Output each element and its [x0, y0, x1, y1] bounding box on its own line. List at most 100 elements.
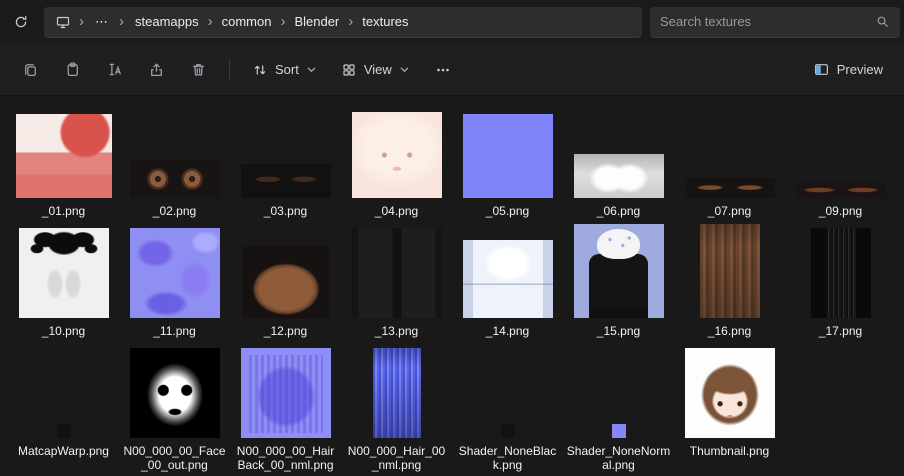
this-pc-crumb[interactable] — [50, 14, 76, 30]
chevron-right-icon: › — [119, 13, 124, 30]
view-icon — [341, 62, 357, 78]
file-name: _02.png — [152, 204, 197, 218]
thumbnail-image — [462, 240, 553, 318]
file-name: _14.png — [485, 324, 530, 338]
file-item[interactable]: _06.png — [563, 102, 674, 222]
file-thumbnail — [232, 344, 339, 438]
chevron-down-icon — [399, 64, 410, 75]
chevron-right-icon: › — [280, 13, 286, 30]
file-name: _16.png — [707, 324, 752, 338]
file-thumbnail — [343, 224, 450, 318]
file-item[interactable]: _11.png — [119, 222, 230, 342]
breadcrumb-item-steamapps[interactable]: steamapps — [127, 8, 207, 35]
thumbnail-image — [500, 424, 515, 438]
delete-icon — [190, 61, 207, 78]
view-button[interactable]: View — [330, 52, 421, 88]
file-thumbnail — [676, 344, 783, 438]
file-thumbnail — [565, 344, 672, 438]
file-grid: _01.png _02.png _03.png _04.png _05.png _06.p… — [8, 102, 896, 476]
file-thumbnail — [10, 224, 117, 318]
file-explorer-window: › ⋯ › steamapps › common › Blender › textures — [0, 0, 904, 476]
paste-icon — [64, 61, 81, 78]
breadcrumb-item-textures[interactable]: textures — [354, 8, 416, 35]
file-item[interactable]: _10.png — [8, 222, 119, 342]
file-item[interactable]: _04.png — [341, 102, 452, 222]
file-item[interactable]: N00_000_00_HairBack_00_nml.png — [230, 342, 341, 476]
file-item[interactable]: MatcapWarp.png — [8, 342, 119, 462]
file-thumbnail — [343, 104, 450, 198]
file-item[interactable]: Thumbnail.png — [674, 342, 785, 462]
share-button[interactable] — [136, 52, 176, 88]
file-item[interactable]: _12.png — [230, 222, 341, 342]
file-thumbnail — [454, 344, 561, 438]
copy-icon — [22, 61, 39, 78]
sort-icon — [252, 62, 268, 78]
file-thumbnail — [454, 224, 561, 318]
file-name: _09.png — [818, 204, 863, 218]
file-item[interactable]: N00_000_00_Face_00_out.png — [119, 342, 230, 476]
file-name: _13.png — [374, 324, 419, 338]
file-item[interactable]: _17.png — [785, 222, 896, 342]
search-box[interactable] — [650, 6, 900, 38]
file-thumbnail — [343, 344, 450, 438]
preview-toggle-button[interactable]: Preview — [802, 52, 894, 88]
thumbnail-image — [242, 246, 329, 318]
file-thumbnail — [121, 224, 228, 318]
file-item[interactable]: _15.png — [563, 222, 674, 342]
thumbnail-image — [372, 348, 421, 438]
sort-button[interactable]: Sort — [241, 52, 328, 88]
address-bar[interactable]: › ⋯ › steamapps › common › Blender › textures — [44, 6, 642, 38]
address-bar-row: › ⋯ › steamapps › common › Blender › textures — [0, 0, 904, 44]
delete-button[interactable] — [178, 52, 218, 88]
breadcrumb-item-common[interactable]: common — [214, 8, 280, 35]
paste-button[interactable] — [52, 52, 92, 88]
breadcrumb: steamapps › common › Blender › textures — [127, 8, 417, 35]
file-thumbnail — [454, 104, 561, 198]
file-thumbnail — [676, 104, 783, 198]
file-name: _07.png — [707, 204, 752, 218]
file-name: N00_000_00_HairBack_00_nml.png — [236, 444, 335, 472]
thumbnail-image — [810, 228, 871, 318]
share-icon — [148, 61, 165, 78]
file-name: _06.png — [596, 204, 641, 218]
file-item[interactable]: _03.png — [230, 102, 341, 222]
preview-button-label: Preview — [836, 62, 883, 77]
file-name: N00_000_Hair_00_nml.png — [347, 444, 446, 472]
file-name: _12.png — [263, 324, 308, 338]
view-button-label: View — [363, 62, 392, 77]
file-name: _03.png — [263, 204, 308, 218]
toolbar-separator — [229, 58, 230, 81]
file-item[interactable]: Shader_NoneBlack.png — [452, 342, 563, 476]
more-options-button[interactable] — [423, 52, 463, 88]
thumbnail-image — [573, 154, 664, 198]
file-item[interactable]: _16.png — [674, 222, 785, 342]
file-item[interactable]: _05.png — [452, 102, 563, 222]
chevron-right-icon: › — [207, 13, 213, 30]
thumbnail-image — [699, 224, 760, 318]
file-name: Thumbnail.png — [689, 444, 770, 458]
file-item[interactable]: _07.png — [674, 102, 785, 222]
folder-content: _01.png _02.png _03.png _04.png _05.png _06.p… — [0, 96, 904, 476]
monitor-icon — [55, 14, 71, 30]
file-name: _10.png — [41, 324, 86, 338]
file-name: N00_000_00_Face_00_out.png — [123, 444, 226, 472]
thumbnail-image — [56, 424, 71, 438]
file-item[interactable]: _01.png — [8, 102, 119, 222]
chevron-down-icon — [306, 64, 317, 75]
rename-button[interactable] — [94, 52, 134, 88]
file-item[interactable]: _09.png — [785, 102, 896, 222]
thumbnail-image — [15, 114, 112, 198]
file-item[interactable]: _13.png — [341, 222, 452, 342]
file-thumbnail — [232, 224, 339, 318]
breadcrumb-overflow-button[interactable]: ⋯ — [87, 8, 116, 35]
file-item[interactable]: Shader_NoneNormal.png — [563, 342, 674, 476]
breadcrumb-item-blender[interactable]: Blender — [286, 8, 347, 35]
sort-button-label: Sort — [275, 62, 299, 77]
file-item[interactable]: _14.png — [452, 222, 563, 342]
search-input[interactable] — [660, 14, 869, 29]
copy-button[interactable] — [10, 52, 50, 88]
refresh-button[interactable] — [6, 7, 36, 37]
file-item[interactable]: N00_000_Hair_00_nml.png — [341, 342, 452, 476]
file-item[interactable]: _02.png — [119, 102, 230, 222]
thumbnail-image — [462, 114, 553, 198]
